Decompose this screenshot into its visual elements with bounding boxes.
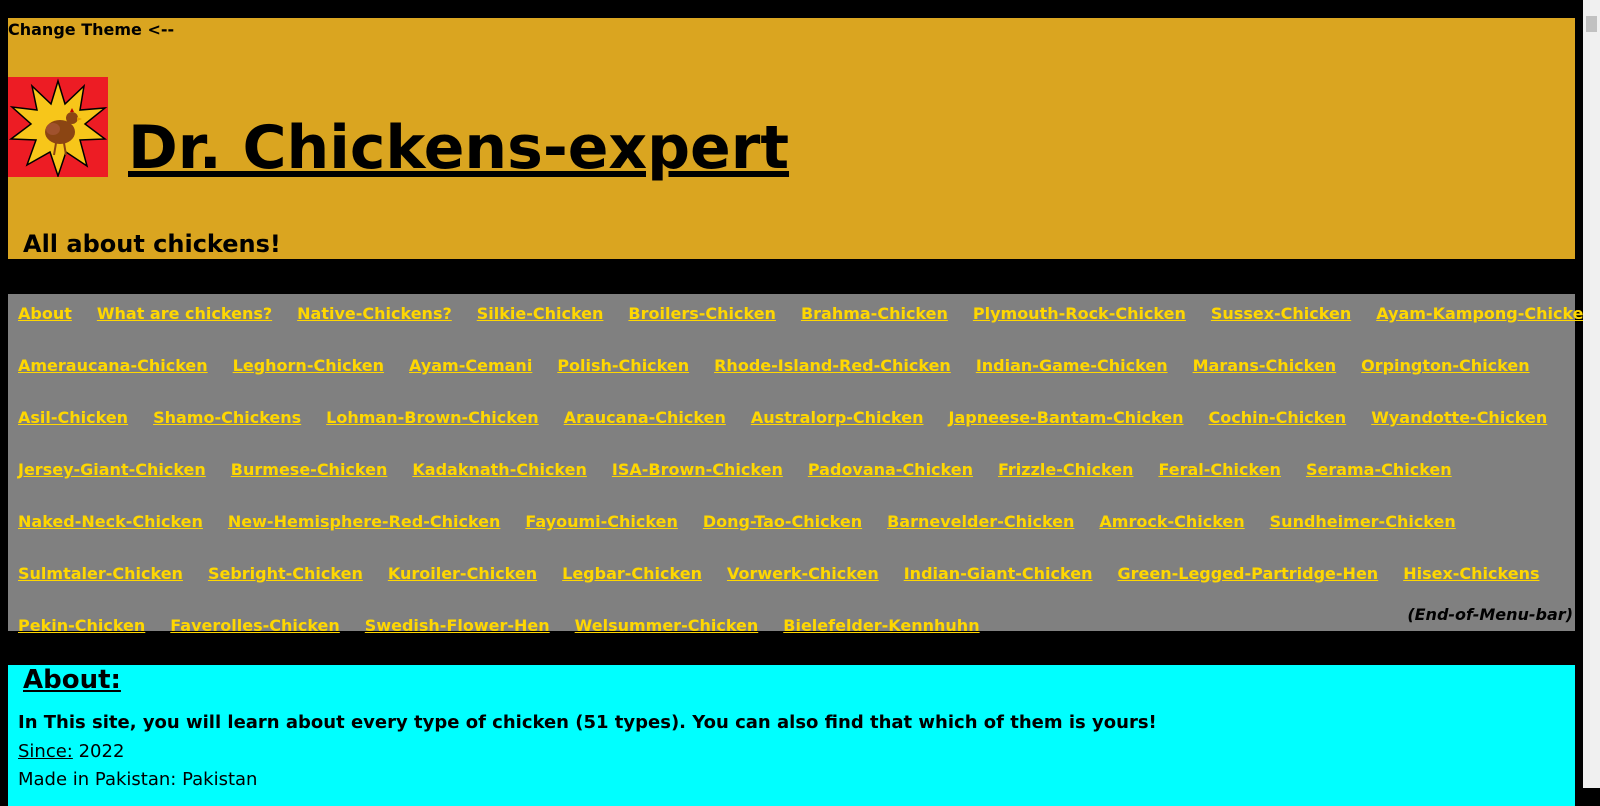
menu-link[interactable]: Ayam-Cemani: [409, 356, 532, 375]
menu-link[interactable]: Australorp-Chicken: [751, 408, 924, 427]
page-content: Change Theme <-- Dr. Chickens-expert All…: [8, 18, 1595, 806]
menu-link[interactable]: Pekin-Chicken: [18, 616, 145, 635]
menu-row: Sulmtaler-Chicken Sebright-Chicken Kuroile…: [18, 564, 1564, 584]
menu-link[interactable]: Burmese-Chicken: [231, 460, 388, 479]
menu-row: Ameraucana-Chicken Leghorn-Chicken Ayam-Ce…: [18, 356, 1555, 376]
since-value: 2022: [72, 741, 125, 762]
menu-link[interactable]: Feral-Chicken: [1158, 460, 1281, 479]
site-tagline: All about chickens!: [23, 230, 281, 258]
menu-link[interactable]: Hisex-Chickens: [1403, 564, 1539, 583]
menu-link[interactable]: New-Hemisphere-Red-Chicken: [228, 512, 500, 531]
menu-link[interactable]: Marans-Chicken: [1193, 356, 1337, 375]
menu-link[interactable]: Vorwerk-Chicken: [727, 564, 879, 583]
menu-row: Jersey-Giant-Chicken Burmese-Chicken Kadak…: [18, 460, 1477, 480]
menu-link[interactable]: Lohman-Brown-Chicken: [326, 408, 539, 427]
site-header: Change Theme <-- Dr. Chickens-expert All…: [8, 18, 1575, 259]
made-in-line: Made in Pakistan: Pakistan: [18, 769, 258, 790]
menu-link[interactable]: Swedish-Flower-Hen: [365, 616, 550, 635]
menu-link[interactable]: Kuroiler-Chicken: [388, 564, 537, 583]
end-of-menu-marker: (End-of-Menu-bar): [1407, 605, 1573, 624]
menu-link[interactable]: Legbar-Chicken: [562, 564, 702, 583]
menu-link[interactable]: Faverolles-Chicken: [170, 616, 340, 635]
menu-link[interactable]: Cochin-Chicken: [1209, 408, 1347, 427]
menu-link[interactable]: Silkie-Chicken: [477, 304, 604, 323]
menu-link[interactable]: Ameraucana-Chicken: [18, 356, 208, 375]
menu-link[interactable]: Padovana-Chicken: [808, 460, 973, 479]
since-line: Since: 2022: [18, 741, 124, 762]
menu-link[interactable]: Polish-Chicken: [557, 356, 689, 375]
menu-link[interactable]: Araucana-Chicken: [564, 408, 726, 427]
menu-link[interactable]: Broilers-Chicken: [628, 304, 776, 323]
menu-link[interactable]: Ayam-Kampong-Chicken: [1376, 304, 1595, 323]
since-label: Since:: [18, 741, 73, 762]
menu-link[interactable]: What are chickens?: [97, 304, 272, 323]
menu-link[interactable]: Fayoumi-Chicken: [525, 512, 677, 531]
menu-row: Pekin-Chicken Faverolles-Chicken Swedish-F…: [18, 616, 1005, 636]
change-theme-button[interactable]: Change Theme <--: [8, 20, 174, 39]
about-description: In This site, you will learn about every…: [18, 712, 1157, 733]
chicken-starburst-icon: [8, 78, 108, 179]
menu-link[interactable]: Native-Chickens?: [297, 304, 452, 323]
menu-link[interactable]: Welsummer-Chicken: [575, 616, 759, 635]
menu-link[interactable]: Wyandotte-Chicken: [1371, 408, 1547, 427]
menu-link[interactable]: Naked-Neck-Chicken: [18, 512, 203, 531]
menu-row: About What are chickens? Native-Chickens? S…: [18, 304, 1600, 324]
menu-link[interactable]: Shamo-Chickens: [153, 408, 301, 427]
menu-link[interactable]: Orpington-Chicken: [1361, 356, 1530, 375]
about-section: About: In This site, you will learn abou…: [8, 665, 1575, 806]
vertical-scrollbar[interactable]: [1583, 0, 1600, 788]
menu-link[interactable]: Sussex-Chicken: [1211, 304, 1351, 323]
menu-link[interactable]: Serama-Chicken: [1306, 460, 1452, 479]
menu-link[interactable]: Rhode-Island-Red-Chicken: [714, 356, 951, 375]
menu-link[interactable]: Green-Legged-Partridge-Hen: [1117, 564, 1378, 583]
menu-row: Asil-Chicken Shamo-Chickens Lohman-Brown-C…: [18, 408, 1572, 428]
menu-row: Naked-Neck-Chicken New-Hemisphere-Red-Chi…: [18, 512, 1481, 532]
menu-bar: About What are chickens? Native-Chickens? S…: [8, 294, 1595, 635]
scrollbar-thumb[interactable]: [1586, 16, 1597, 32]
menu-link[interactable]: ISA-Brown-Chicken: [612, 460, 783, 479]
menu-link[interactable]: Jersey-Giant-Chicken: [18, 460, 206, 479]
site-title[interactable]: Dr. Chickens-expert: [128, 118, 789, 178]
chicken-logo-icon: [8, 77, 108, 179]
menu-link[interactable]: Sebright-Chicken: [208, 564, 363, 583]
menu-link[interactable]: Amrock-Chicken: [1099, 512, 1244, 531]
menu-link[interactable]: Kadaknath-Chicken: [412, 460, 587, 479]
menu-link[interactable]: Frizzle-Chicken: [998, 460, 1133, 479]
menu-link[interactable]: Sulmtaler-Chicken: [18, 564, 183, 583]
menu-link[interactable]: Asil-Chicken: [18, 408, 128, 427]
menu-link[interactable]: Indian-Game-Chicken: [976, 356, 1168, 375]
menu-link[interactable]: Japneese-Bantam-Chicken: [948, 408, 1183, 427]
menu-link[interactable]: Bielefelder-Kennhuhn: [783, 616, 979, 635]
menu-link[interactable]: Brahma-Chicken: [801, 304, 948, 323]
menu-link[interactable]: Leghorn-Chicken: [233, 356, 384, 375]
menu-link[interactable]: Barnevelder-Chicken: [887, 512, 1074, 531]
menu-link[interactable]: Dong-Tao-Chicken: [703, 512, 862, 531]
about-heading: About:: [23, 665, 121, 695]
menu-link[interactable]: Sundheimer-Chicken: [1270, 512, 1456, 531]
menu-link[interactable]: About: [18, 304, 72, 323]
menu-link[interactable]: Plymouth-Rock-Chicken: [973, 304, 1186, 323]
menu-link[interactable]: Indian-Giant-Chicken: [904, 564, 1093, 583]
